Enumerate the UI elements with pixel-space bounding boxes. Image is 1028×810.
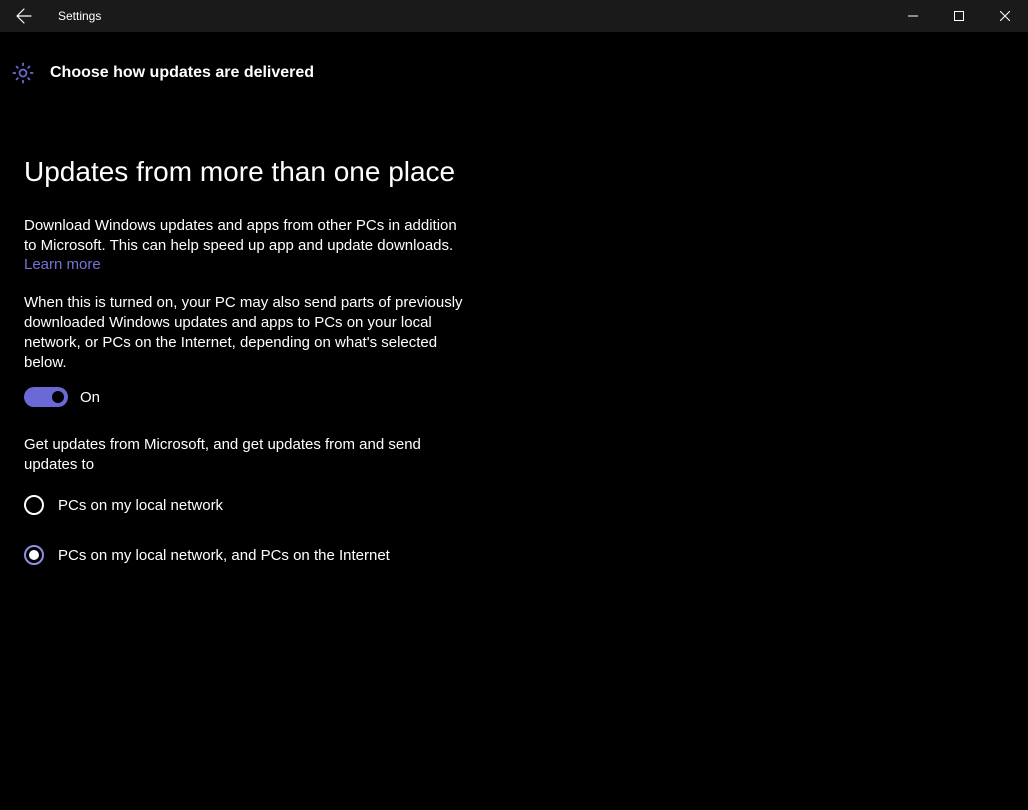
titlebar-left: Settings <box>0 0 101 32</box>
radio-option-local[interactable]: PCs on my local network <box>24 495 480 515</box>
radio-option-local-and-internet[interactable]: PCs on my local network, and PCs on the … <box>24 545 480 565</box>
close-button[interactable] <box>982 0 1028 32</box>
intro-paragraph: Download Windows updates and apps from o… <box>24 216 464 256</box>
toggle-row: On <box>24 387 480 407</box>
radio-label: PCs on my local network, and PCs on the … <box>58 547 390 564</box>
toggle-state-label: On <box>80 389 100 406</box>
maximize-icon <box>954 11 964 21</box>
updates-toggle[interactable] <box>24 387 68 407</box>
radio-icon <box>24 495 44 515</box>
radio-group-intro: Get updates from Microsoft, and get upda… <box>24 435 444 475</box>
radio-label: PCs on my local network <box>58 497 223 514</box>
subheader-title: Choose how updates are delivered <box>50 64 314 82</box>
page-title: Updates from more than one place <box>24 156 480 188</box>
radio-icon <box>24 545 44 565</box>
toggle-knob <box>52 391 64 403</box>
window-controls <box>890 0 1028 32</box>
back-arrow-icon <box>16 8 32 24</box>
minimize-button[interactable] <box>890 0 936 32</box>
window-title: Settings <box>58 9 101 23</box>
gear-icon <box>10 60 36 86</box>
content-area: Updates from more than one place Downloa… <box>0 86 480 565</box>
minimize-icon <box>908 11 918 21</box>
maximize-button[interactable] <box>936 0 982 32</box>
close-icon <box>1000 11 1010 21</box>
description-paragraph: When this is turned on, your PC may also… <box>24 293 464 373</box>
titlebar: Settings <box>0 0 1028 32</box>
page-subheader: Choose how updates are delivered <box>0 32 1028 86</box>
back-button[interactable] <box>0 0 48 32</box>
learn-more-link[interactable]: Learn more <box>24 256 101 273</box>
